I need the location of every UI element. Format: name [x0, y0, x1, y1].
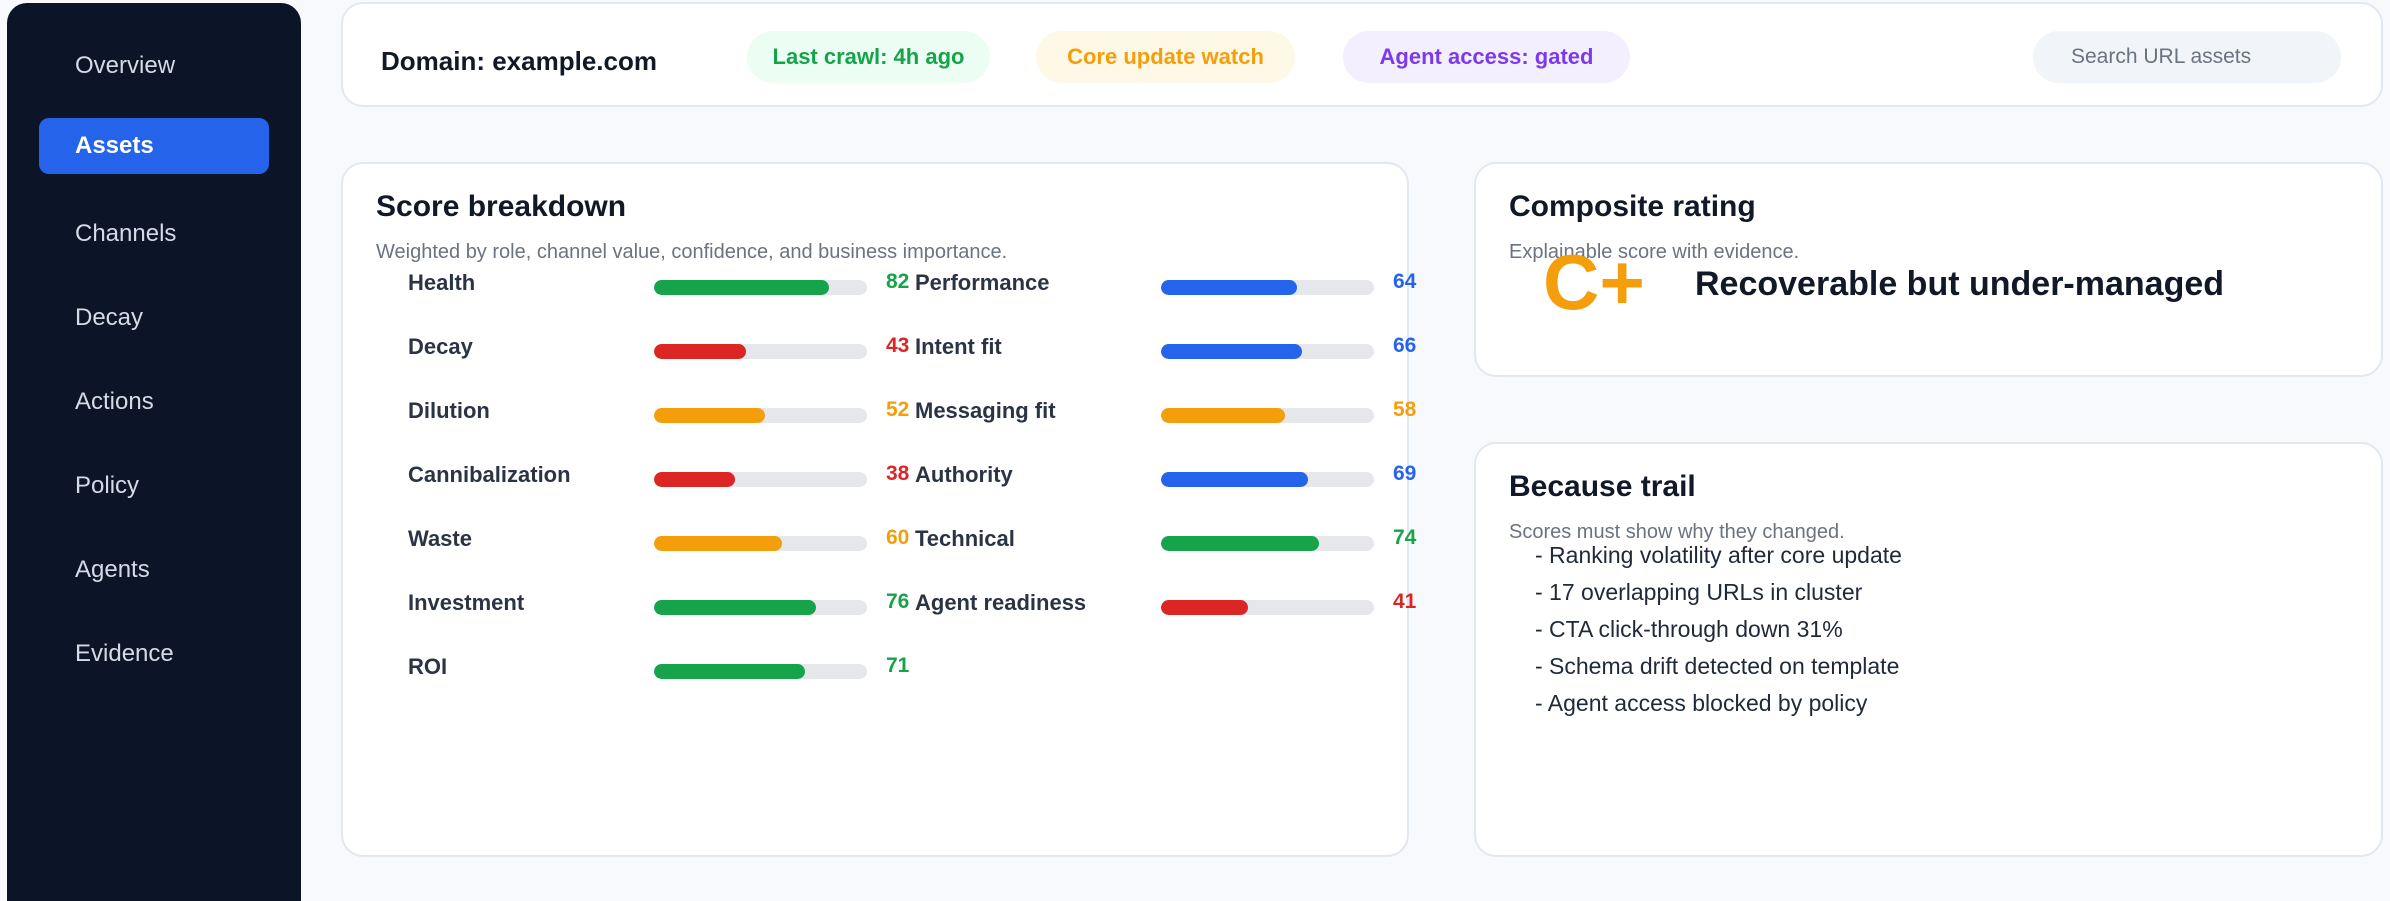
- score-label: Agent readiness: [915, 590, 1087, 615]
- sidebar-item-decay[interactable]: Decay: [39, 290, 269, 346]
- score-bar-track: [1161, 472, 1374, 487]
- score-row-waste: Waste 60: [408, 526, 928, 566]
- score-bar-track: [654, 600, 867, 615]
- score-bar-track: [1161, 280, 1374, 295]
- composite-grade: C+: [1543, 238, 1645, 326]
- sidebar-item-agents[interactable]: Agents: [39, 542, 269, 598]
- score-bar-fill: [1161, 344, 1302, 359]
- score-value: 66: [1393, 334, 1417, 357]
- score-value: 52: [886, 398, 910, 421]
- score-bar-fill: [654, 280, 829, 295]
- score-bar-fill: [1161, 600, 1249, 615]
- score-value: 60: [886, 526, 910, 549]
- sidebar-item-channels[interactable]: Channels: [39, 206, 269, 262]
- sidebar-item-overview[interactable]: Overview: [39, 38, 269, 94]
- trail-item: - CTA click-through down 31%: [1535, 616, 1843, 642]
- score-label: Decay: [408, 334, 473, 359]
- score-breakdown-title: Score breakdown: [376, 190, 627, 223]
- score-label: Performance: [915, 270, 1050, 295]
- last-crawl-badge: Last crawl: 4h ago: [747, 31, 990, 83]
- score-row-performance: Performance 64: [915, 270, 1435, 310]
- because-trail-subtitle: Scores must show why they changed.: [1509, 521, 1845, 543]
- score-value: 41: [1393, 590, 1417, 613]
- score-bar-track: [654, 664, 867, 679]
- score-row-technical: Technical 74: [915, 526, 1435, 566]
- score-label: Technical: [915, 526, 1015, 551]
- score-bar-track: [1161, 408, 1374, 423]
- score-row-messaging-fit: Messaging fit 58: [915, 398, 1435, 438]
- trail-item: - Ranking volatility after core update: [1535, 542, 1902, 568]
- score-value: 43: [886, 334, 910, 357]
- score-value: 82: [886, 270, 910, 293]
- score-bar-fill: [654, 408, 765, 423]
- score-breakdown-card: [341, 162, 1409, 857]
- score-breakdown-subtitle: Weighted by role, channel value, confide…: [376, 241, 1008, 263]
- score-bar-track: [1161, 536, 1374, 551]
- score-row-dilution: Dilution 52: [408, 398, 928, 438]
- score-bar-track: [654, 536, 867, 551]
- score-label: Authority: [915, 462, 1013, 487]
- score-row-health: Health 82: [408, 270, 928, 310]
- sidebar-item-policy[interactable]: Policy: [39, 458, 269, 514]
- score-row-authority: Authority 69: [915, 462, 1435, 502]
- score-label: Waste: [408, 526, 472, 551]
- top-bar: Domain: example.com Last crawl: 4h ago C…: [341, 2, 2383, 107]
- sidebar: Overview Assets Channels Decay Actions P…: [7, 3, 301, 901]
- score-bar-fill: [1161, 408, 1285, 423]
- score-bar-fill: [654, 472, 735, 487]
- score-bar-fill: [654, 664, 806, 679]
- score-bar-track: [654, 344, 867, 359]
- score-label: ROI: [408, 654, 448, 679]
- score-row-investment: Investment 76: [408, 590, 928, 630]
- score-label: Investment: [408, 590, 525, 615]
- score-label: Cannibalization: [408, 462, 571, 487]
- score-value: 64: [1393, 270, 1417, 293]
- score-bar-track: [1161, 600, 1374, 615]
- score-value: 76: [886, 590, 910, 613]
- score-row-intent-fit: Intent fit 66: [915, 334, 1435, 374]
- search-input[interactable]: [2033, 31, 2341, 83]
- score-row-roi: ROI 71: [408, 654, 928, 694]
- score-label: Messaging fit: [915, 398, 1056, 423]
- score-value: 74: [1393, 526, 1417, 549]
- score-value: 38: [886, 462, 910, 485]
- score-value: 58: [1393, 398, 1417, 421]
- score-bar-track: [654, 280, 867, 295]
- score-row-decay: Decay 43: [408, 334, 928, 374]
- score-bar-fill: [654, 344, 746, 359]
- trail-item: - Schema drift detected on template: [1535, 653, 1900, 679]
- core-update-badge: Core update watch: [1036, 31, 1295, 83]
- score-bar-track: [654, 408, 867, 423]
- score-bar-track: [654, 472, 867, 487]
- score-bar-fill: [654, 536, 782, 551]
- score-bar-fill: [1161, 472, 1308, 487]
- score-label: Dilution: [408, 398, 490, 423]
- domain-label: Domain: example.com: [381, 46, 657, 76]
- score-bar-track: [1161, 344, 1374, 359]
- score-bar-fill: [654, 600, 816, 615]
- agent-access-badge: Agent access: gated: [1343, 31, 1630, 83]
- score-value: 71: [886, 654, 910, 677]
- because-trail-card: [1474, 442, 2383, 857]
- score-bar-fill: [1161, 280, 1298, 295]
- score-label: Health: [408, 270, 476, 295]
- score-value: 69: [1393, 462, 1417, 485]
- trail-item: - Agent access blocked by policy: [1535, 690, 1868, 716]
- composite-rating-title: Composite rating: [1509, 190, 1756, 223]
- sidebar-item-evidence[interactable]: Evidence: [39, 626, 269, 682]
- score-bar-fill: [1161, 536, 1319, 551]
- sidebar-item-assets[interactable]: Assets: [39, 118, 269, 174]
- composite-description: Recoverable but under-managed: [1695, 265, 2225, 303]
- because-trail-title: Because trail: [1509, 470, 1696, 503]
- sidebar-item-actions[interactable]: Actions: [39, 374, 269, 430]
- score-row-agent-readiness: Agent readiness 41: [915, 590, 1435, 630]
- score-row-cannibalization: Cannibalization 38: [408, 462, 928, 502]
- trail-item: - 17 overlapping URLs in cluster: [1535, 579, 1863, 605]
- score-label: Intent fit: [915, 334, 1002, 359]
